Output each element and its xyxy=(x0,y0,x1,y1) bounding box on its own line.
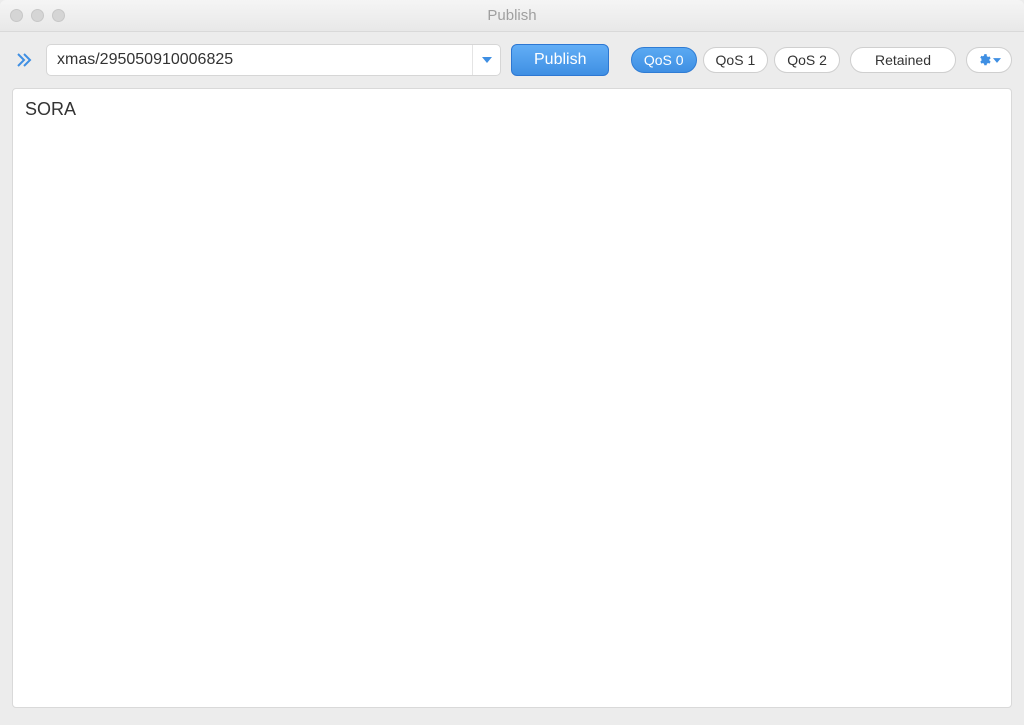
topic-dropdown-button[interactable] xyxy=(472,45,500,75)
topic-input[interactable] xyxy=(47,45,472,75)
zoom-window-button[interactable] xyxy=(52,9,65,22)
payload-textarea[interactable] xyxy=(25,99,999,697)
qos-0-button[interactable]: QoS 0 xyxy=(631,47,697,73)
minimize-window-button[interactable] xyxy=(31,9,44,22)
collapse-sidebar-button[interactable] xyxy=(12,46,36,74)
publish-toolbar: Publish QoS 0 QoS 1 QoS 2 Retained xyxy=(12,44,1012,76)
caret-down-icon xyxy=(993,58,1001,63)
caret-down-icon xyxy=(482,57,492,63)
payload-panel xyxy=(12,88,1012,708)
settings-button[interactable] xyxy=(966,47,1012,73)
chevron-double-right-icon xyxy=(16,52,32,68)
qos-2-button[interactable]: QoS 2 xyxy=(774,47,840,73)
qos-segmented-control: QoS 0 QoS 1 QoS 2 xyxy=(631,47,840,73)
retained-toggle[interactable]: Retained xyxy=(850,47,956,73)
gear-icon xyxy=(977,53,991,67)
window-title: Publish xyxy=(10,7,1014,24)
topic-combobox[interactable] xyxy=(46,44,501,76)
window-controls xyxy=(10,9,65,22)
window-titlebar: Publish xyxy=(0,0,1024,32)
publish-button[interactable]: Publish xyxy=(511,44,609,76)
close-window-button[interactable] xyxy=(10,9,23,22)
qos-1-button[interactable]: QoS 1 xyxy=(703,47,769,73)
